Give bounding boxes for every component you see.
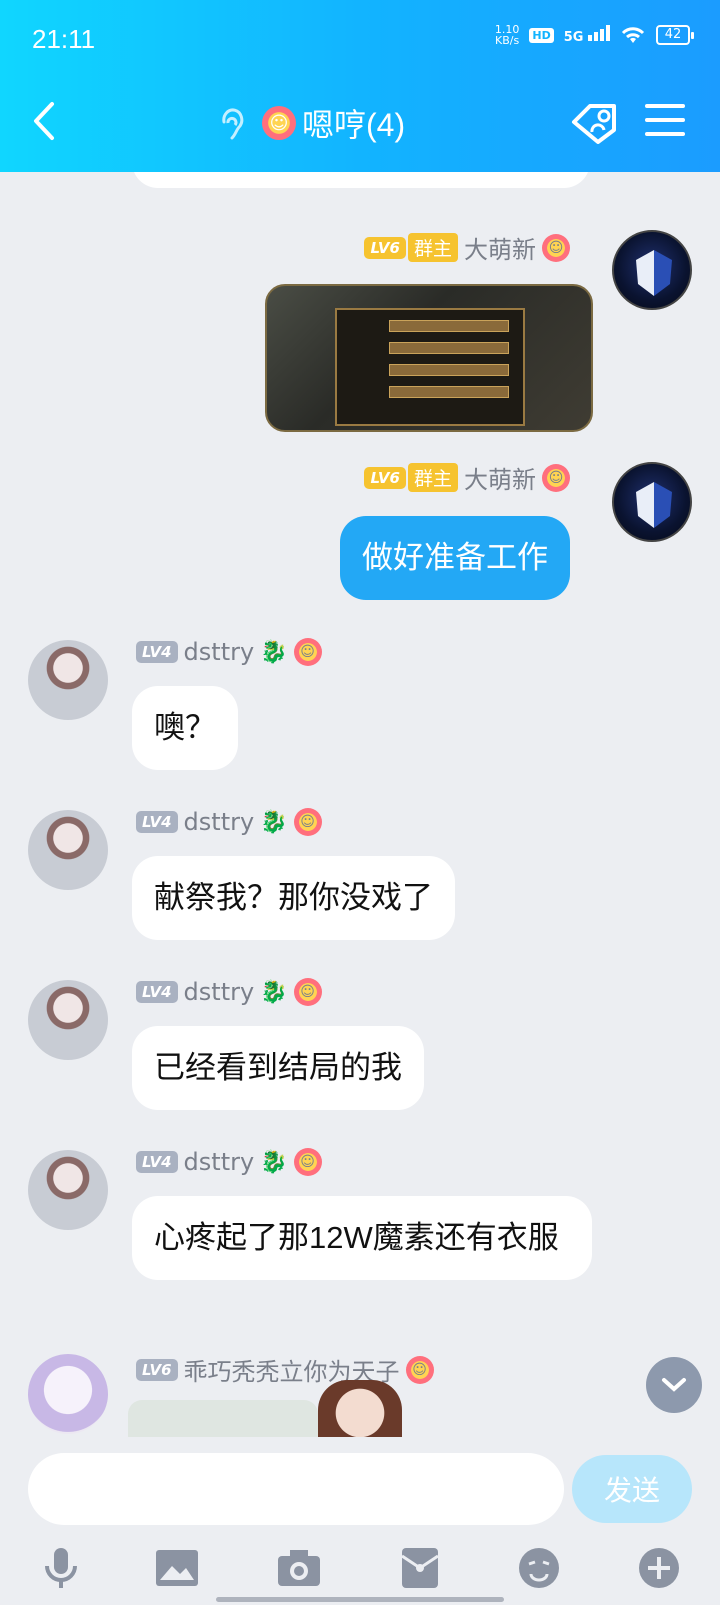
level-badge: LV6 — [364, 466, 406, 489]
status-icons: 1.10 KB/s HD 5G 42 — [494, 23, 694, 47]
dragon-icon: 🐉 — [260, 979, 288, 1005]
signal-icon: 5G — [564, 25, 610, 45]
avatar[interactable] — [28, 640, 108, 720]
sender-name: dsttry — [183, 1148, 255, 1176]
ear-icon[interactable] — [218, 108, 246, 142]
sender-name: dsttry — [183, 808, 255, 836]
input-bar: 发送 — [0, 1437, 720, 1605]
sender-meta: LV4 dsttry 🐉 ☺ — [136, 978, 322, 1006]
avatar[interactable] — [612, 462, 692, 542]
tag-icon[interactable] — [570, 102, 622, 144]
status-time: 21:11 — [32, 24, 96, 54]
dragon-icon: 🐉 — [260, 809, 288, 835]
role-badge: 群主 — [407, 463, 458, 492]
message-bubble[interactable]: 献祭我？那你没戏了 — [132, 856, 455, 940]
level-badge: LV6 — [364, 236, 406, 259]
flower-icon: ☺ — [293, 638, 322, 666]
image-preview-partial[interactable] — [128, 1400, 318, 1437]
level-badge: LV4 — [136, 641, 178, 663]
message-bubble[interactable]: 心疼起了那12W魔素还有衣服 — [132, 1196, 592, 1280]
sender-meta: LV6 群主 大萌新 ☺ — [364, 230, 570, 265]
camera-icon[interactable] — [276, 1545, 322, 1591]
avatar[interactable] — [28, 810, 108, 890]
dragon-icon: 🐉 — [260, 639, 288, 665]
level-badge: LV4 — [136, 811, 178, 833]
level-badge: LV4 — [136, 1151, 178, 1173]
group-title: 嗯哼(4) — [302, 107, 406, 143]
smiling-flower-icon: ☺ — [262, 106, 296, 140]
sender-name: 大萌新 — [464, 236, 536, 264]
sender-meta: LV6 群主 大萌新 ☺ — [364, 460, 570, 495]
game-dialog — [335, 308, 525, 426]
sender-meta: LV4 dsttry 🐉 ☺ — [136, 1148, 322, 1176]
home-indicator — [216, 1597, 504, 1602]
emoji-icon[interactable] — [516, 1545, 562, 1591]
back-button[interactable] — [30, 100, 60, 142]
message-bubble[interactable]: 噢？ — [132, 686, 238, 770]
network-speed: 1.10 KB/s — [494, 23, 520, 47]
level-badge: LV6 — [136, 1358, 178, 1381]
wings-icon — [636, 482, 672, 528]
mic-icon[interactable] — [38, 1545, 84, 1591]
message-bubble-partial — [132, 172, 590, 188]
flower-icon: ☺ — [293, 808, 322, 836]
sender-name: 大萌新 — [464, 466, 536, 494]
chevron-down-icon — [662, 1378, 686, 1392]
game-screenshot-image[interactable] — [265, 284, 593, 432]
wings-icon — [636, 250, 672, 296]
message-bubble[interactable]: 已经看到结局的我 — [132, 1026, 424, 1110]
hd-badge: HD — [529, 27, 554, 43]
sender-name: dsttry — [183, 978, 255, 1006]
sender-name: dsttry — [183, 638, 255, 666]
flower-icon: ☺ — [542, 463, 570, 492]
role-badge: 群主 — [407, 233, 458, 262]
plus-icon[interactable] — [636, 1545, 682, 1591]
flower-icon: ☺ — [405, 1355, 434, 1384]
message-input[interactable] — [28, 1453, 564, 1525]
red-packet-icon[interactable] — [397, 1545, 443, 1591]
sender-meta: LV6 乖巧秃秃立你为天子 ☺ — [136, 1352, 434, 1387]
floating-sticker[interactable] — [318, 1380, 402, 1440]
avatar[interactable] — [612, 230, 692, 310]
avatar[interactable] — [28, 980, 108, 1060]
dragon-icon: 🐉 — [260, 1149, 288, 1175]
chat-title[interactable]: ☺ 嗯哼(4) — [262, 100, 405, 146]
avatar[interactable] — [28, 1354, 108, 1434]
sender-meta: LV4 dsttry 🐉 ☺ — [136, 808, 322, 836]
message-bubble[interactable]: 做好准备工作 — [340, 516, 570, 600]
wifi-icon — [621, 27, 645, 43]
flower-icon: ☺ — [293, 978, 322, 1006]
sender-meta: LV4 dsttry 🐉 ☺ — [136, 638, 322, 666]
image-icon[interactable] — [154, 1545, 200, 1591]
battery-icon: 42 — [656, 25, 694, 45]
level-badge: LV4 — [136, 981, 178, 1003]
chat-area[interactable]: LV6 群主 大萌新 ☺ LV6 群主 大萌新 ☺ 做好准备工作 LV4 dst… — [0, 172, 720, 1437]
top-bar: 21:11 1.10 KB/s HD 5G 42 ☺ 嗯哼(4) — [0, 0, 720, 172]
flower-icon: ☺ — [542, 233, 570, 262]
menu-icon[interactable] — [645, 104, 685, 138]
avatar[interactable] — [28, 1150, 108, 1230]
scroll-down-button[interactable] — [646, 1357, 702, 1413]
send-button[interactable]: 发送 — [572, 1455, 692, 1523]
flower-icon: ☺ — [293, 1148, 322, 1176]
